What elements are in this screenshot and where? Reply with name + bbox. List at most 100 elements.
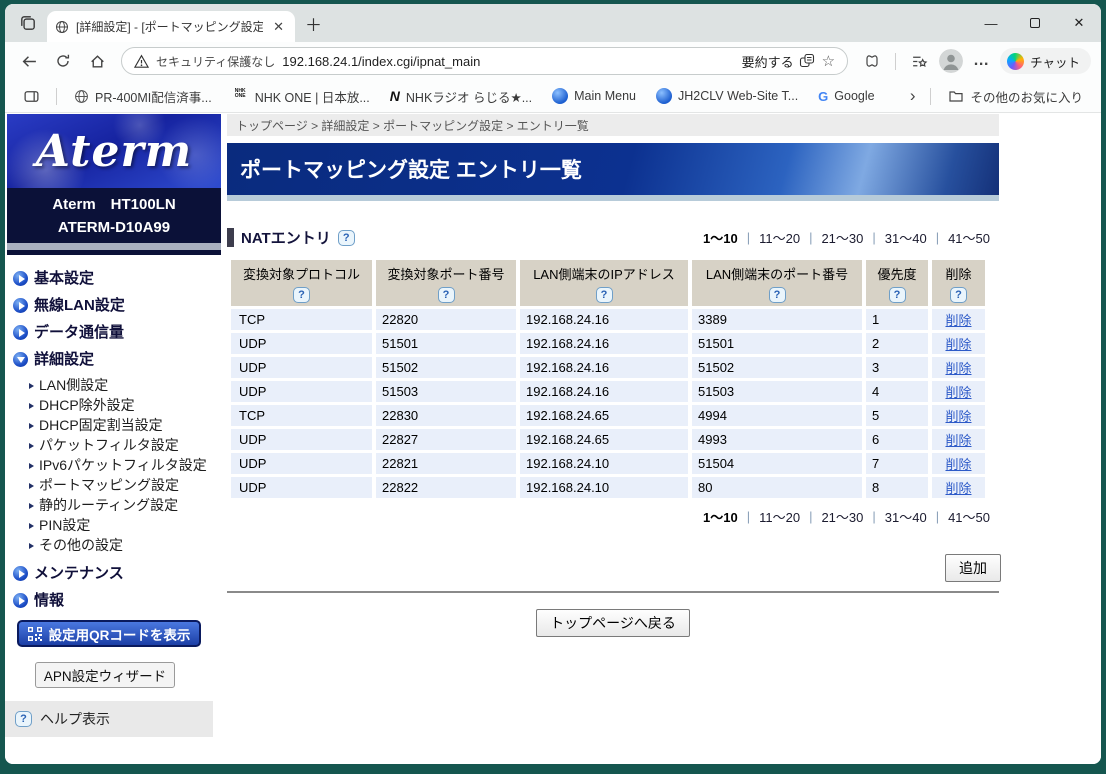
delete-link[interactable]: 削除 xyxy=(945,361,971,376)
delete-link[interactable]: 削除 xyxy=(945,481,971,496)
browser-essentials-icon[interactable] xyxy=(858,47,886,75)
arrow-circle-icon xyxy=(13,325,28,340)
page-range-link[interactable]: 21～30 xyxy=(812,507,872,526)
page-range-link[interactable]: 41～50 xyxy=(939,228,999,247)
arrow-down-circle-icon xyxy=(13,352,28,367)
security-warning-icon xyxy=(134,54,149,69)
bookmarks-overflow-icon[interactable]: › xyxy=(906,86,920,106)
submenu-ipv6-filter[interactable]: IPv6パケットフィルタ設定 xyxy=(29,457,219,474)
bookmark-nhk-radio[interactable]: N NHKラジオ らじる★... xyxy=(384,84,538,109)
submenu-dhcp-exclude[interactable]: DHCP除外設定 xyxy=(29,397,219,414)
tab-close-icon[interactable]: ✕ xyxy=(270,19,287,35)
table-cell: TCP xyxy=(231,309,372,330)
table-cell: 4 xyxy=(866,381,928,402)
browser-toolbar: セキュリティ保護なし 192.168.24.1/index.cgi/ipnat_… xyxy=(5,42,1101,80)
browser-tab[interactable]: [詳細設定] - [ポートマッピング設定 エ ✕ xyxy=(47,11,295,42)
submenu-dhcp-fixed[interactable]: DHCP固定割当設定 xyxy=(29,417,219,434)
table-cell: 6 xyxy=(866,429,928,450)
help-icon[interactable]: ? xyxy=(596,287,613,303)
menu-item-data-usage[interactable]: データ通信量 xyxy=(13,323,219,342)
advanced-submenu: LAN側設定 DHCP除外設定 DHCP固定割当設定 パケットフィルタ設定 IP… xyxy=(29,377,219,554)
table-row: UDP51501192.168.24.16515012削除 xyxy=(231,333,985,354)
page-range-link[interactable]: 31～40 xyxy=(876,507,936,526)
table-cell-delete: 削除 xyxy=(932,309,985,330)
other-favorites-button[interactable]: その他のお気に入り xyxy=(942,84,1089,109)
delete-link[interactable]: 削除 xyxy=(945,409,971,424)
delete-link[interactable]: 削除 xyxy=(945,385,971,400)
submenu-port-mapping[interactable]: ポートマッピング設定 xyxy=(29,477,219,494)
table-cell: 22822 xyxy=(376,477,516,498)
folder-icon xyxy=(948,88,964,104)
add-button[interactable]: 追加 xyxy=(945,554,1001,582)
bookmark-pr400mi[interactable]: PR-400MI配信済事... xyxy=(68,84,218,109)
page-range-current: 1～10 xyxy=(694,507,747,526)
table-cell: 192.168.24.10 xyxy=(520,453,688,474)
bookmark-google[interactable]: G Google xyxy=(812,86,880,107)
table-cell-delete: 削除 xyxy=(932,453,985,474)
section-bar xyxy=(227,228,234,247)
home-icon[interactable] xyxy=(83,47,111,75)
chat-label: チャット xyxy=(1030,52,1080,71)
table-cell: 192.168.24.16 xyxy=(520,309,688,330)
nat-table-body: TCP22820192.168.24.1633891削除UDP51501192.… xyxy=(231,309,985,498)
copilot-chat-button[interactable]: チャット xyxy=(1000,48,1091,74)
help-icon[interactable]: ? xyxy=(338,230,355,246)
pagination-top: 1～10| 11～20| 21～30| 31～40| 41～50 xyxy=(694,228,999,247)
submenu-static-routing[interactable]: 静的ルーティング設定 xyxy=(29,497,219,514)
table-cell: 22827 xyxy=(376,429,516,450)
profile-avatar[interactable] xyxy=(939,49,963,73)
summarize-button[interactable]: 要約する xyxy=(742,52,815,71)
menu-item-info[interactable]: 情報 xyxy=(13,591,219,610)
show-qr-button[interactable]: 設定用QRコードを表示 xyxy=(17,620,201,647)
address-bar[interactable]: セキュリティ保護なし 192.168.24.1/index.cgi/ipnat_… xyxy=(121,47,848,75)
pagination-bottom: 1～10| 11～20| 21～30| 31～40| 41～50 xyxy=(694,507,999,526)
favorite-star-icon[interactable]: ☆ xyxy=(822,52,835,70)
help-icon[interactable]: ? xyxy=(889,287,906,303)
menu-item-basic[interactable]: 基本設定 xyxy=(13,269,219,288)
column-header-lan-port: LAN側端末のポート番号? xyxy=(692,260,862,306)
sidebar-panel-icon[interactable] xyxy=(17,82,45,110)
help-icon[interactable]: ? xyxy=(293,287,310,303)
menu-item-wlan[interactable]: 無線LAN設定 xyxy=(13,296,219,315)
minimize-button[interactable]: — xyxy=(969,4,1013,42)
delete-link[interactable]: 削除 xyxy=(945,313,971,328)
delete-link[interactable]: 削除 xyxy=(945,433,971,448)
bookmark-jh2clv[interactable]: JH2CLV Web-Site T... xyxy=(650,85,804,107)
favorites-hub-icon[interactable] xyxy=(905,47,933,75)
delete-link[interactable]: 削除 xyxy=(945,337,971,352)
bookmark-nhk-one[interactable]: NHKONE NHK ONE | 日本放... xyxy=(226,84,376,109)
column-header-protocol: 変換対象プロトコル? xyxy=(231,260,372,306)
submenu-lan[interactable]: LAN側設定 xyxy=(29,377,219,394)
help-icon[interactable]: ? xyxy=(950,287,967,303)
divider xyxy=(227,591,999,593)
apn-wizard-button[interactable]: APN設定ウィザード xyxy=(35,662,175,688)
help-icon[interactable]: ? xyxy=(769,287,786,303)
submenu-packet-filter[interactable]: パケットフィルタ設定 xyxy=(29,437,219,454)
menu-item-maintenance[interactable]: メンテナンス xyxy=(13,564,219,583)
maximize-button[interactable] xyxy=(1013,4,1057,42)
table-cell: 51503 xyxy=(376,381,516,402)
settings-menu-icon[interactable]: … xyxy=(969,52,994,70)
new-tab-button[interactable]: ＋ xyxy=(305,11,322,36)
page-range-link[interactable]: 11～20 xyxy=(750,507,809,526)
table-row: UDP51502192.168.24.16515023削除 xyxy=(231,357,985,378)
help-display-button[interactable]: ? ヘルプ表示 xyxy=(5,701,213,737)
refresh-icon[interactable] xyxy=(49,47,77,75)
back-icon[interactable] xyxy=(15,47,43,75)
page-range-link[interactable]: 11～20 xyxy=(750,228,809,247)
help-icon[interactable]: ? xyxy=(438,287,455,303)
close-button[interactable]: ✕ xyxy=(1057,4,1101,42)
delete-link[interactable]: 削除 xyxy=(945,457,971,472)
page-range-link[interactable]: 21～30 xyxy=(812,228,872,247)
submenu-pin[interactable]: PIN設定 xyxy=(29,517,219,534)
page-range-link[interactable]: 31～40 xyxy=(876,228,936,247)
bookmark-main-menu[interactable]: Main Menu xyxy=(546,85,642,107)
router-sidebar: Aterm Aterm HT100LN ATERM-D10A99 基本設定 無線… xyxy=(5,113,223,764)
menu-item-advanced[interactable]: 詳細設定 xyxy=(13,350,219,369)
submenu-other[interactable]: その他の設定 xyxy=(29,537,219,554)
back-to-top-button[interactable]: トップページへ戻る xyxy=(536,609,690,637)
workspaces-icon[interactable] xyxy=(19,14,37,32)
nhk-one-favicon: NHKONE xyxy=(232,89,249,104)
breadcrumb: トップページ > 詳細設定 > ポートマッピング設定 > エントリ一覧 xyxy=(227,114,999,136)
page-range-link[interactable]: 41～50 xyxy=(939,507,999,526)
